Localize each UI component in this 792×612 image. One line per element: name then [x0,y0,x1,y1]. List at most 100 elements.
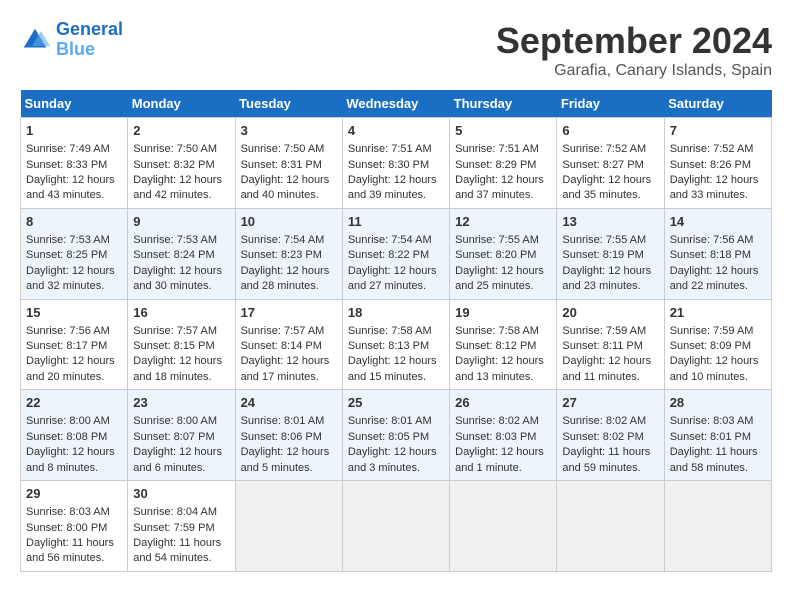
calendar-cell [557,481,664,572]
calendar-cell [235,481,342,572]
day-number: 29 [26,485,122,503]
day-info: Sunset: 8:07 PM [133,430,229,445]
day-number: 30 [133,485,229,503]
calendar-cell: 11Sunrise: 7:54 AMSunset: 8:22 PMDayligh… [342,208,449,299]
day-info: Daylight: 12 hours [26,445,122,460]
day-info: and 58 minutes. [670,461,766,476]
day-number: 27 [562,394,658,412]
day-info: Sunrise: 7:54 AM [241,233,337,248]
day-info: Sunrise: 7:49 AM [26,142,122,157]
day-info: and 37 minutes. [455,188,551,203]
day-info: Daylight: 12 hours [241,173,337,188]
day-info: Sunrise: 7:54 AM [348,233,444,248]
day-number: 9 [133,213,229,231]
day-info: Sunrise: 7:51 AM [348,142,444,157]
calendar-cell [450,481,557,572]
day-info: and 40 minutes. [241,188,337,203]
day-info: Sunset: 8:31 PM [241,158,337,173]
calendar-row-4: 22Sunrise: 8:00 AMSunset: 8:08 PMDayligh… [21,390,772,481]
day-info: Sunset: 8:02 PM [562,430,658,445]
day-number: 19 [455,304,551,322]
day-info: Sunset: 8:00 PM [26,521,122,536]
day-number: 16 [133,304,229,322]
day-info: Sunset: 8:33 PM [26,158,122,173]
day-number: 8 [26,213,122,231]
day-info: Sunset: 8:01 PM [670,430,766,445]
day-info: Daylight: 11 hours [670,445,766,460]
day-info: and 6 minutes. [133,461,229,476]
day-info: Sunset: 8:23 PM [241,248,337,263]
day-number: 10 [241,213,337,231]
day-info: and 42 minutes. [133,188,229,203]
day-number: 7 [670,122,766,140]
header-friday: Friday [557,90,664,118]
title-section: September 2024 Garafia, Canary Islands, … [496,20,772,80]
calendar-cell: 30Sunrise: 8:04 AMSunset: 7:59 PMDayligh… [128,481,235,572]
day-info: Daylight: 12 hours [455,264,551,279]
day-info: Sunset: 8:09 PM [670,339,766,354]
day-info: and 5 minutes. [241,461,337,476]
calendar-row-5: 29Sunrise: 8:03 AMSunset: 8:00 PMDayligh… [21,481,772,572]
day-info: and 25 minutes. [455,279,551,294]
day-number: 22 [26,394,122,412]
day-info: Sunset: 7:59 PM [133,521,229,536]
calendar-cell: 15Sunrise: 7:56 AMSunset: 8:17 PMDayligh… [21,299,128,390]
header: General Blue September 2024 Garafia, Can… [20,20,772,80]
calendar-cell: 4Sunrise: 7:51 AMSunset: 8:30 PMDaylight… [342,118,449,209]
logo-text: General Blue [56,20,123,60]
day-info: Daylight: 12 hours [241,354,337,369]
day-number: 20 [562,304,658,322]
day-info: Sunset: 8:15 PM [133,339,229,354]
calendar-cell: 14Sunrise: 7:56 AMSunset: 8:18 PMDayligh… [664,208,771,299]
day-info: and 8 minutes. [26,461,122,476]
day-info: Sunrise: 7:52 AM [562,142,658,157]
day-info: Sunrise: 8:01 AM [348,414,444,429]
day-number: 12 [455,213,551,231]
day-info: and 3 minutes. [348,461,444,476]
calendar-cell: 5Sunrise: 7:51 AMSunset: 8:29 PMDaylight… [450,118,557,209]
day-info: Sunset: 8:03 PM [455,430,551,445]
calendar-cell: 29Sunrise: 8:03 AMSunset: 8:00 PMDayligh… [21,481,128,572]
day-info: Sunrise: 7:56 AM [26,324,122,339]
day-info: Sunset: 8:30 PM [348,158,444,173]
day-info: Daylight: 12 hours [670,173,766,188]
calendar-title: September 2024 [496,20,772,62]
day-number: 3 [241,122,337,140]
day-info: Sunset: 8:13 PM [348,339,444,354]
day-info: and 27 minutes. [348,279,444,294]
calendar-cell: 27Sunrise: 8:02 AMSunset: 8:02 PMDayligh… [557,390,664,481]
calendar-cell: 1Sunrise: 7:49 AMSunset: 8:33 PMDaylight… [21,118,128,209]
day-info: and 56 minutes. [26,551,122,566]
day-info: Sunrise: 7:59 AM [562,324,658,339]
day-info: and 23 minutes. [562,279,658,294]
day-info: Daylight: 11 hours [26,536,122,551]
day-number: 4 [348,122,444,140]
day-number: 5 [455,122,551,140]
day-info: Sunset: 8:12 PM [455,339,551,354]
day-number: 28 [670,394,766,412]
day-info: Sunrise: 7:53 AM [133,233,229,248]
calendar-cell: 12Sunrise: 7:55 AMSunset: 8:20 PMDayligh… [450,208,557,299]
day-info: Daylight: 11 hours [562,445,658,460]
calendar-cell: 10Sunrise: 7:54 AMSunset: 8:23 PMDayligh… [235,208,342,299]
day-number: 15 [26,304,122,322]
day-info: Daylight: 12 hours [670,354,766,369]
day-info: Daylight: 12 hours [455,173,551,188]
day-info: Daylight: 12 hours [455,354,551,369]
calendar-cell: 25Sunrise: 8:01 AMSunset: 8:05 PMDayligh… [342,390,449,481]
day-info: Sunset: 8:22 PM [348,248,444,263]
logo: General Blue [20,20,123,60]
day-number: 13 [562,213,658,231]
day-info: Sunrise: 8:00 AM [26,414,122,429]
day-info: Daylight: 12 hours [562,354,658,369]
day-info: and 28 minutes. [241,279,337,294]
day-info: Daylight: 12 hours [133,264,229,279]
day-info: Daylight: 12 hours [133,173,229,188]
calendar-cell: 7Sunrise: 7:52 AMSunset: 8:26 PMDaylight… [664,118,771,209]
header-thursday: Thursday [450,90,557,118]
day-info: Sunset: 8:29 PM [455,158,551,173]
logo-icon [20,25,50,55]
day-number: 14 [670,213,766,231]
day-info: Daylight: 12 hours [455,445,551,460]
day-info: Sunrise: 8:01 AM [241,414,337,429]
